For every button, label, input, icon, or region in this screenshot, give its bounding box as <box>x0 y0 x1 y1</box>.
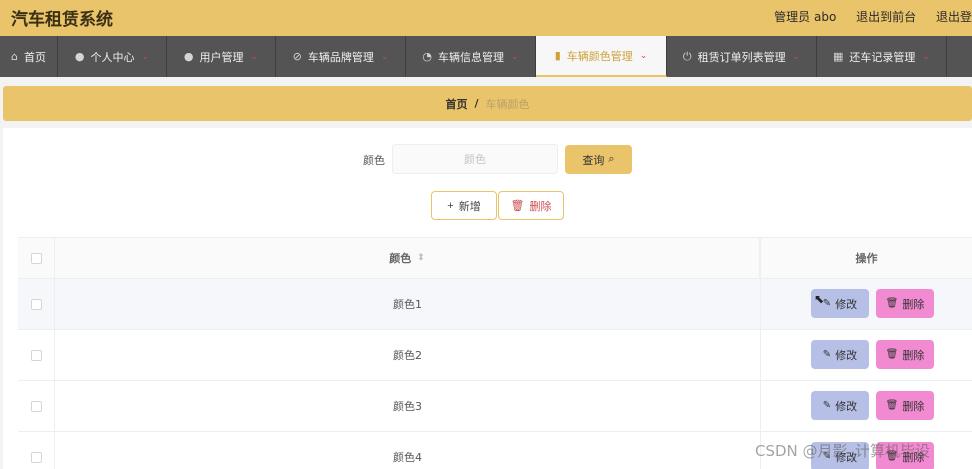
chevron-down-icon: ⌄ <box>380 51 389 62</box>
chevron-down-icon: ⌄ <box>250 51 259 62</box>
chevron-down-icon: ⌄ <box>922 51 930 62</box>
nav-item-profile[interactable]: ● 个人中心 ⌄ <box>58 36 167 77</box>
power-icon: ⏻ <box>682 49 692 63</box>
nav-item-label: 租赁订单列表管理 <box>697 50 786 64</box>
user-icon: ● <box>74 50 85 63</box>
nav-item-return-records[interactable]: ▦ 还车记录管理 ⌄ <box>817 36 947 77</box>
edit-button[interactable]: ✎ 修改 <box>811 391 869 420</box>
info-icon: ◔ <box>422 50 433 63</box>
bulk-delete-button[interactable]: 🗑 删除 <box>498 191 564 220</box>
ops-cell: ✎ 修改 🗑 删除 <box>760 279 972 329</box>
ops-cell: ✎ 修改 🗑 删除 <box>760 381 972 431</box>
ops-column-header: 操作 <box>760 238 972 278</box>
row-checkbox[interactable] <box>30 400 42 412</box>
color-cell: 颜色2 <box>393 349 422 362</box>
edit-button-label: 修改 <box>835 297 858 311</box>
color-cell: 颜色1 <box>393 298 422 311</box>
table-header-row: 颜色 ⇕ 操作 <box>18 238 972 279</box>
delete-button[interactable]: 🗑 删除 <box>876 289 934 318</box>
trash-icon: 🗑 <box>885 400 899 411</box>
logout-link[interactable]: 退出登 <box>936 10 972 24</box>
table-row: 颜色3 ✎ 修改 🗑 删除 <box>18 381 972 432</box>
chevron-down-icon: ⌄ <box>141 51 150 62</box>
admin-label: 管理员 abo <box>774 10 837 24</box>
row-checkbox[interactable] <box>30 298 42 310</box>
main-panel: 颜色 查询 ⌕ + 新增 🗑 删除 颜色 ⇕ 操作 颜色1 <box>3 128 972 469</box>
nav-item-label: 个人中心 <box>90 50 135 64</box>
trash-icon: 🗑 <box>885 349 899 360</box>
delete-button[interactable]: 🗑 删除 <box>876 391 934 420</box>
row-checkbox[interactable] <box>30 451 42 463</box>
user-icon: ● <box>183 50 194 63</box>
nav-item-rental-orders[interactable]: ⏻ 租赁订单列表管理 ⌄ <box>667 36 817 77</box>
main-nav: ⌂ 首页 ● 个人中心 ⌄ ● 用户管理 ⌄ ⊘ 车辆品牌管理 ⌄ ◔ 车辆信息… <box>0 36 972 77</box>
edit-button-label: 修改 <box>835 348 858 362</box>
ops-cell: ✎ 修改 🗑 删除 <box>760 330 972 380</box>
nav-item-label: 车辆品牌管理 <box>307 50 374 64</box>
delete-button[interactable]: 🗑 删除 <box>876 340 934 369</box>
nav-item-brand[interactable]: ⊘ 车辆品牌管理 ⌄ <box>276 36 406 77</box>
nav-item-label: 用户管理 <box>199 50 244 64</box>
edit-button[interactable]: ✎ 修改 <box>811 340 869 369</box>
header-user-area: 管理员 abo 退出到前台 退出登 <box>774 8 972 25</box>
sort-icon[interactable]: ⇕ <box>417 253 425 263</box>
edit-icon: ✎ <box>822 349 832 360</box>
app-title: 汽车租赁系统 <box>11 10 113 30</box>
mouse-cursor-icon: ⬉ <box>814 292 825 306</box>
nav-item-vehicle-info[interactable]: ◔ 车辆信息管理 ⌄ <box>406 36 536 77</box>
color-cell: 颜色4 <box>393 451 422 464</box>
nav-item-label: 还车记录管理 <box>849 50 916 64</box>
color-table: 颜色 ⇕ 操作 颜色1 ✎ 修改 🗑 删除 颜色2 ✎ 修改 🗑 删除 颜色3 … <box>18 237 972 469</box>
chevron-down-icon: ⌄ <box>792 51 801 62</box>
add-button[interactable]: + 新增 <box>431 191 497 220</box>
nav-item-label: 首页 <box>23 50 46 64</box>
trash-icon: 🗑 <box>510 200 525 212</box>
select-all-cell <box>18 238 55 278</box>
watermark: CSDN @月影_计算机毕设 <box>755 442 931 460</box>
color-column-header[interactable]: 颜色 ⇕ <box>55 238 760 278</box>
search-label: 颜色 <box>363 154 385 167</box>
color-search-input[interactable] <box>392 144 558 174</box>
back-to-front-link[interactable]: 退出到前台 <box>856 10 916 24</box>
delete-button-label: 删除 <box>529 200 552 213</box>
table-row: 颜色2 ✎ 修改 🗑 删除 <box>18 330 972 381</box>
color-cell: 颜色3 <box>393 400 422 413</box>
brand-icon: ⊘ <box>292 50 302 63</box>
search-icon: ⌕ <box>608 153 615 165</box>
table-row: 颜色1 ✎ 修改 🗑 删除 <box>18 279 972 330</box>
delete-button-label: 删除 <box>902 297 925 311</box>
nav-item-home[interactable]: ⌂ 首页 <box>0 36 58 77</box>
grid-icon: ▦ <box>833 50 844 63</box>
breadcrumb: 首页 / 车辆颜色 <box>3 86 972 121</box>
breadcrumb-separator: / <box>474 97 479 110</box>
plus-icon: + <box>447 199 454 212</box>
chevron-down-icon: ⌄ <box>639 50 648 61</box>
search-button-label: 查询 <box>582 154 605 167</box>
nav-item-label: 车辆颜色管理 <box>566 49 633 63</box>
nav-item-users[interactable]: ● 用户管理 ⌄ <box>167 36 276 77</box>
add-button-label: 新增 <box>458 200 481 213</box>
edit-button-label: 修改 <box>835 399 858 413</box>
bar-chart-icon: ▮ <box>554 49 561 62</box>
edit-icon: ✎ <box>822 400 832 411</box>
top-header: 汽车租赁系统 管理员 abo 退出到前台 退出登 <box>0 0 972 36</box>
chevron-down-icon: ⌄ <box>511 51 519 62</box>
nav-item-label: 车辆信息管理 <box>438 50 505 64</box>
color-header-label: 颜色 <box>389 252 412 265</box>
select-all-checkbox[interactable] <box>30 252 42 264</box>
nav-item-vehicle-color[interactable]: ▮ 车辆颜色管理 ⌄ <box>536 36 667 77</box>
trash-icon: 🗑 <box>885 298 899 309</box>
breadcrumb-current: 车辆颜色 <box>485 97 530 111</box>
ops-header-label: 操作 <box>855 252 878 265</box>
breadcrumb-home[interactable]: 首页 <box>445 96 467 112</box>
delete-button-label: 删除 <box>902 399 925 413</box>
row-checkbox[interactable] <box>30 349 42 361</box>
home-icon: ⌂ <box>11 50 18 63</box>
search-button[interactable]: 查询 ⌕ <box>565 145 632 174</box>
delete-button-label: 删除 <box>902 348 925 362</box>
